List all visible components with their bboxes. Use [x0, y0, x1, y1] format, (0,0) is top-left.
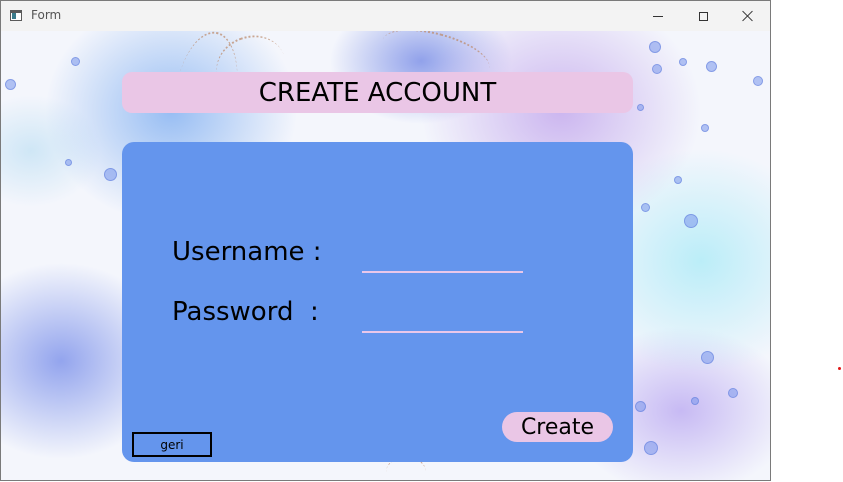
decorative-bubble [637, 104, 644, 111]
decorative-bubble [65, 159, 72, 166]
decorative-bubble [691, 397, 699, 405]
decorative-bubble [649, 41, 661, 53]
password-input[interactable] [362, 307, 523, 333]
decorative-bubble [706, 61, 717, 72]
decorative-bubble [652, 64, 662, 74]
decorative-bubble [684, 214, 698, 228]
decorative-bubble [753, 76, 763, 86]
decorative-bubble [674, 176, 682, 184]
minimize-button[interactable] [635, 1, 681, 31]
title-bar[interactable]: Form [1, 1, 770, 31]
decorative-bubble [728, 388, 738, 398]
decorative-bubble [104, 168, 117, 181]
close-icon [742, 10, 754, 22]
minimize-icon [653, 15, 663, 17]
back-button[interactable]: geri [132, 432, 212, 457]
maximize-icon [698, 11, 708, 21]
username-label: Username : [172, 237, 322, 267]
decorative-bubble [641, 203, 650, 212]
stray-dot [838, 367, 841, 370]
password-label: Password : [172, 297, 319, 327]
decorative-bubble [701, 351, 714, 364]
create-button[interactable]: Create [502, 412, 613, 442]
form-background: CREATE ACCOUNT Username : Password : ger… [1, 31, 770, 480]
window-title: Form [31, 8, 62, 22]
decorative-bubble [701, 124, 709, 132]
decorative-bubble [635, 401, 646, 412]
decorative-bubble [644, 441, 658, 455]
decorative-bubble [71, 57, 80, 66]
username-input[interactable] [362, 247, 523, 273]
maximize-button[interactable] [680, 1, 726, 31]
close-button[interactable] [725, 1, 770, 31]
create-account-form: Username : Password : geri Create [122, 142, 633, 462]
decorative-bubble [679, 58, 687, 66]
app-window: Form CREATE ACCOUNT Username: Password … [0, 0, 771, 481]
app-icon [10, 10, 22, 21]
header-banner: CREATE ACCOUNT [122, 72, 633, 113]
decorative-bubble [5, 79, 16, 90]
page-title: CREATE ACCOUNT [258, 77, 497, 108]
